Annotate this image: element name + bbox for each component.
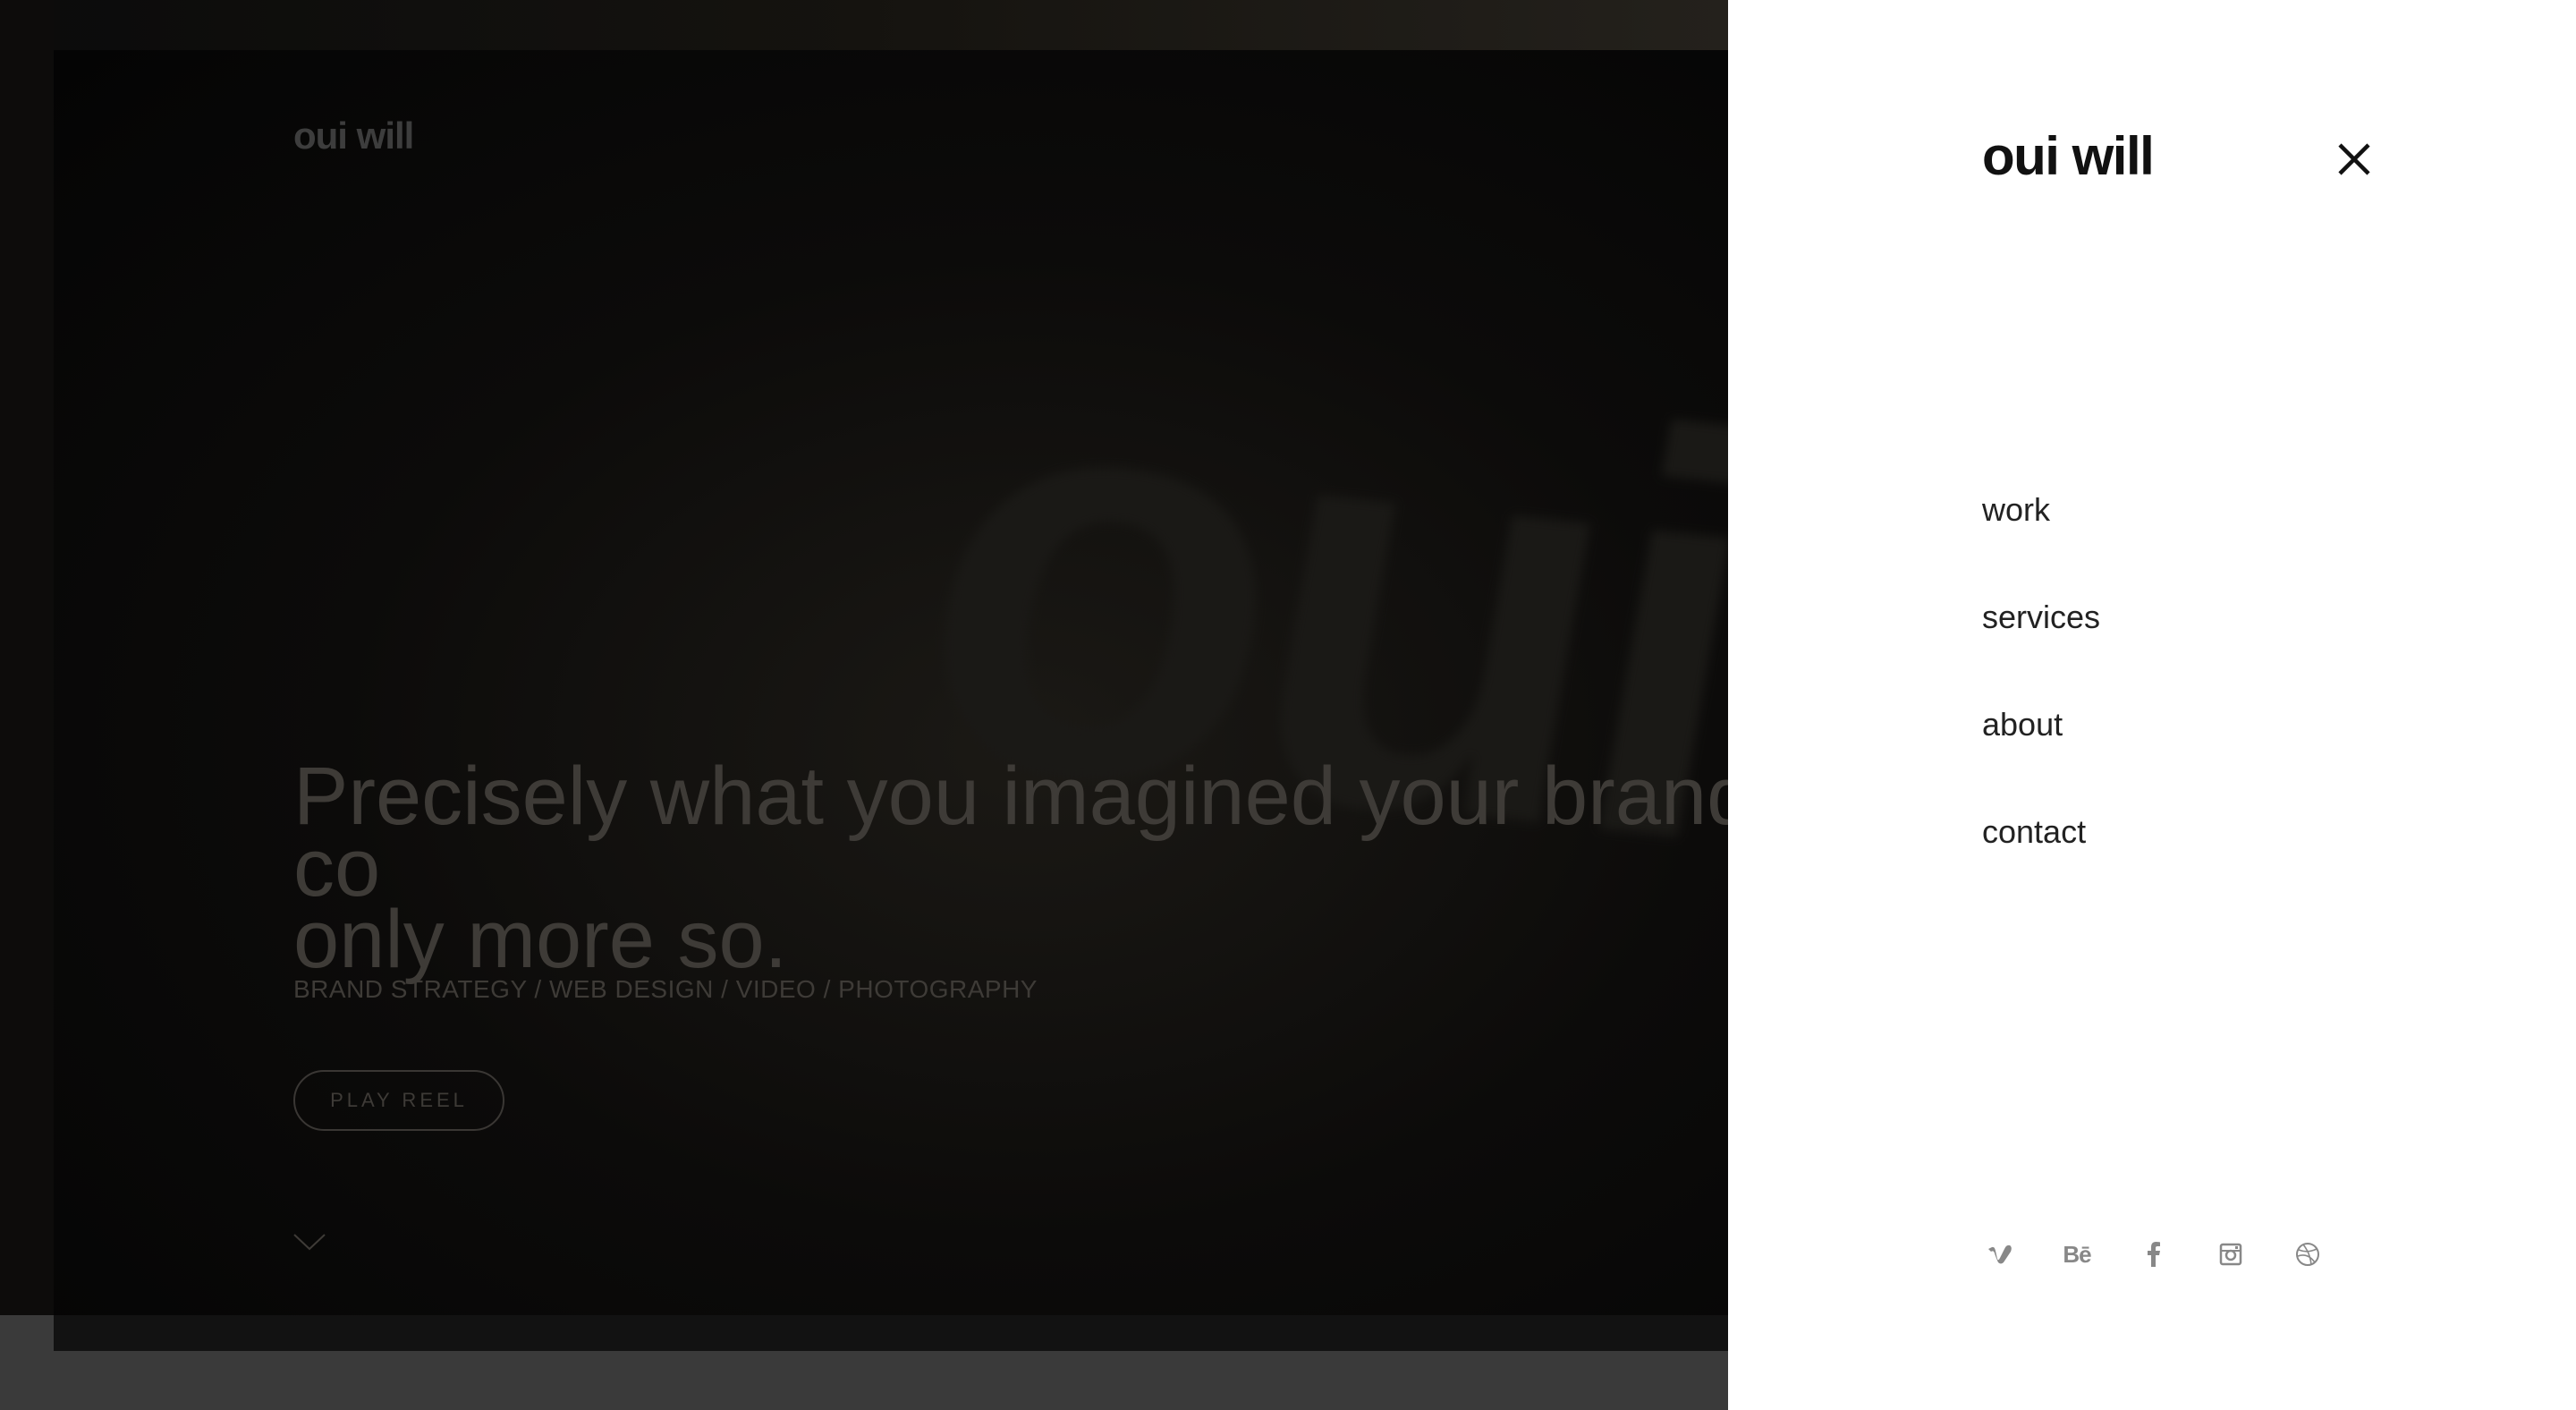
menu-item-about[interactable]: about bbox=[1982, 698, 2100, 805]
hero-left-band bbox=[0, 0, 54, 1315]
menu-item-contact[interactable]: contact bbox=[1982, 805, 2100, 913]
play-reel-button[interactable]: PLAY REEL bbox=[293, 1070, 504, 1131]
instagram-icon[interactable] bbox=[2213, 1236, 2249, 1272]
menu-item-work[interactable]: work bbox=[1982, 483, 2100, 590]
header-logo[interactable]: oui will bbox=[293, 115, 414, 157]
behance-label: Bē bbox=[2063, 1240, 2091, 1268]
menu-panel: oui will work services about contact Bē bbox=[1728, 0, 2576, 1410]
menu-item-services[interactable]: services bbox=[1982, 590, 2100, 698]
behance-icon[interactable]: Bē bbox=[2059, 1236, 2095, 1272]
hero-headline: Precisely what you imagined your brand c… bbox=[293, 751, 1728, 985]
hero-bottom-band bbox=[54, 1315, 1728, 1351]
chevron-down-icon[interactable] bbox=[293, 1233, 326, 1251]
hero-section: oui w oui will Precisely what you imagin… bbox=[0, 0, 1728, 1315]
facebook-icon[interactable] bbox=[2136, 1236, 2172, 1272]
menu-nav: work services about contact bbox=[1982, 483, 2100, 913]
hero-services-list: BRAND STRATEGY / WEB DESIGN / VIDEO / PH… bbox=[293, 975, 1038, 1003]
menu-logo[interactable]: oui will bbox=[1982, 125, 2155, 188]
dribbble-icon[interactable] bbox=[2290, 1236, 2326, 1272]
vimeo-icon[interactable] bbox=[1982, 1236, 2018, 1272]
background-page: oui w oui will Precisely what you imagin… bbox=[0, 0, 1728, 1410]
social-links: Bē bbox=[1982, 1236, 2367, 1272]
close-icon[interactable] bbox=[2333, 138, 2376, 181]
hero-top-band bbox=[0, 0, 1728, 50]
hero-image: oui w bbox=[54, 50, 1728, 1315]
